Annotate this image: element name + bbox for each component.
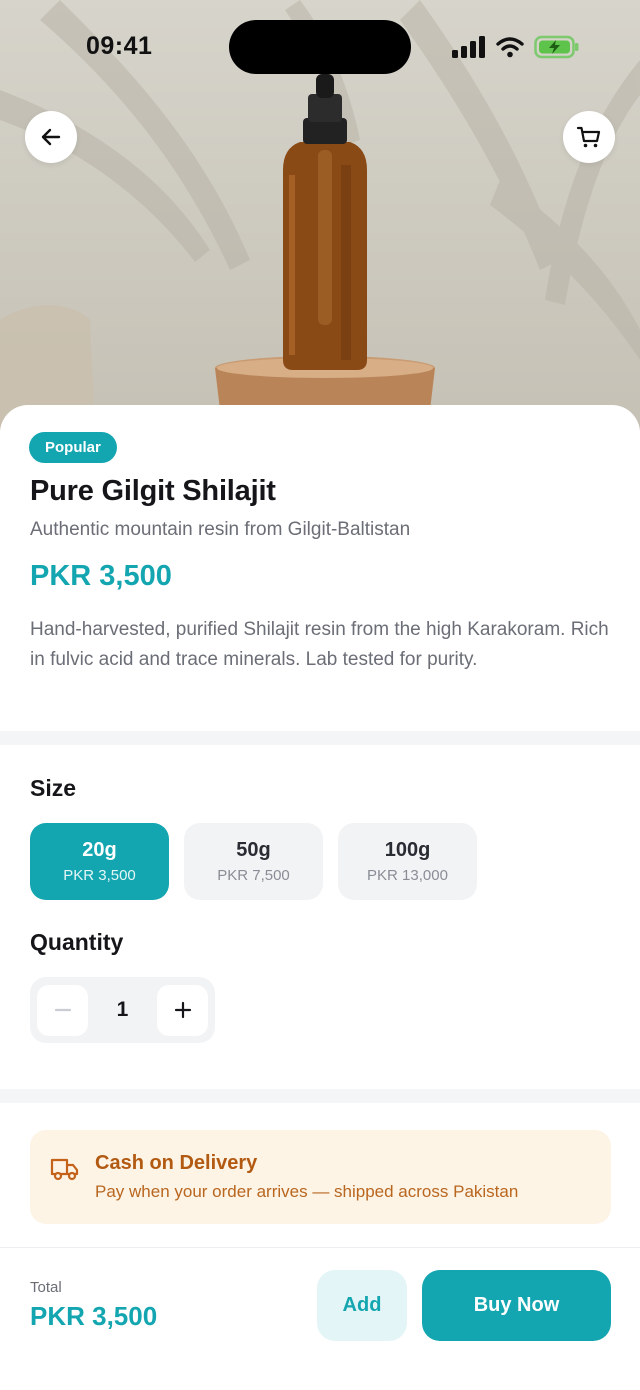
cod-title: Cash on Delivery <box>95 1152 258 1174</box>
product-title: Pure Gilgit Shilajit <box>30 475 276 507</box>
quantity-label: Quantity <box>30 929 124 955</box>
size-option-weight: 20g <box>82 839 117 861</box>
total-value: PKR 3,500 <box>30 1301 158 1331</box>
cart-button[interactable] <box>563 111 615 163</box>
quantity-stepper: 1 <box>30 977 215 1043</box>
size-option-weight: 50g <box>236 839 271 861</box>
product-description: Hand-harvested, purified Shilajit resin … <box>30 619 609 670</box>
size-option-price: PKR 3,500 <box>63 867 136 884</box>
section-divider <box>0 1089 640 1103</box>
product-hero-image: 09:41 <box>0 0 640 430</box>
size-option-20g[interactable]: 20g PKR 3,500 <box>30 823 169 900</box>
status-time: 09:41 <box>86 32 153 60</box>
size-option-price: PKR 7,500 <box>217 867 290 884</box>
cash-on-delivery-banner: Cash on Delivery Pay when your order arr… <box>30 1130 611 1224</box>
signal-icon <box>452 36 485 58</box>
decrement-button[interactable] <box>37 984 88 1036</box>
quantity-value: 1 <box>116 998 129 1021</box>
product-details-card: Popular Pure Gilgit Shilajit Authentic m… <box>0 405 640 1390</box>
shopping-cart-icon <box>576 126 601 148</box>
size-label: Size <box>30 775 77 801</box>
arrow-left-icon <box>41 128 61 146</box>
size-option-price: PKR 13,000 <box>367 867 448 884</box>
size-option-100g[interactable]: 100g PKR 13,000 <box>338 823 477 900</box>
wifi-icon <box>496 37 524 58</box>
dynamic-island <box>229 20 411 74</box>
truck-icon <box>50 1158 79 1181</box>
increment-button[interactable] <box>157 984 208 1036</box>
status-icons <box>452 34 580 60</box>
product-subtitle: Authentic mountain resin from Gilgit-Bal… <box>30 519 411 540</box>
plus-icon <box>174 1001 191 1019</box>
back-button[interactable] <box>25 111 77 163</box>
size-option-weight: 100g <box>384 839 431 861</box>
buy-now-button[interactable]: Buy Now <box>422 1270 611 1341</box>
popular-badge: Popular <box>29 432 117 463</box>
minus-icon <box>54 1008 71 1012</box>
add-to-cart-button[interactable]: Add <box>317 1270 407 1341</box>
size-option-50g[interactable]: 50g PKR 7,500 <box>184 823 323 900</box>
battery-icon <box>534 35 579 59</box>
status-bar: 09:41 <box>0 0 640 96</box>
cod-text: Pay when your order arrives — shipped ac… <box>95 1182 519 1201</box>
checkout-bar: Total PKR 3,500 Add Buy Now <box>0 1247 640 1390</box>
product-price: PKR 3,500 <box>30 560 172 592</box>
section-divider <box>0 731 640 745</box>
total-label: Total <box>30 1279 62 1296</box>
size-options: 20g PKR 3,500 50g PKR 7,500 100g PKR 13,… <box>30 823 477 900</box>
